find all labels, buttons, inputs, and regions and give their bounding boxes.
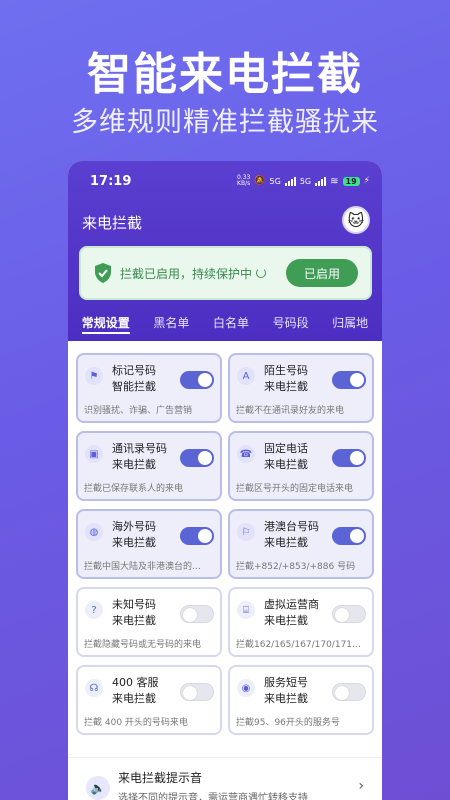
landline-icon: ☎ (237, 445, 255, 463)
flag-icon: ⚑ (85, 367, 103, 385)
net-speed-unit: KB/s (237, 180, 251, 187)
rule-desc: 拦截已保存联系人的来电 (84, 484, 184, 494)
rule-title: 海外号码 来电拦截 (112, 520, 156, 549)
hero-title: 智能来电拦截 (87, 49, 363, 100)
contacts-icon: ▣ (85, 445, 103, 463)
rule-toggle[interactable] (180, 371, 214, 389)
protection-status-text: 拦截已启用，持续保护中 (120, 265, 286, 282)
shield-check-icon (95, 263, 111, 283)
rule-title: 标记号码 智能拦截 (112, 364, 156, 393)
rule-card-overseas[interactable]: ◍ 海外号码 来电拦截 拦截中国大陆及非港澳台的… (76, 509, 222, 579)
hero-subtitle: 多维规则精准拦截骚扰来 (71, 107, 379, 138)
rule-desc: 拦截162/165/167/170/171号段 (236, 640, 368, 650)
phone-screen: 17:19 0.33 KB/s 🔕 5G 5G ≋ 19 ⚡ 来电拦截 🐱 拦截… (68, 161, 382, 800)
tab-number-range[interactable]: 号码段 (273, 312, 309, 341)
virtual-carrier-icon: ⌸ (237, 601, 255, 619)
rule-title: 服务短号 来电拦截 (264, 676, 308, 705)
enabled-button[interactable]: 已启用 (286, 259, 358, 287)
rule-card-contacts[interactable]: ▣ 通讯录号码 来电拦截 拦截已保存联系人的来电 (76, 431, 222, 501)
sound-setting-desc: 选择不同的提示音，需运营商遇忙转移支持 (118, 793, 308, 800)
rule-toggle[interactable] (332, 605, 366, 623)
protection-status-card: 拦截已启用，持续保护中 已启用 (79, 246, 372, 300)
signal-bars-2-icon (315, 176, 327, 186)
status-bar: 17:19 0.33 KB/s 🔕 5G 5G ≋ 19 ⚡ (68, 173, 382, 191)
rule-desc: 拦截95、96开头的服务号 (236, 718, 340, 728)
mute-icon: 🔕 (254, 176, 266, 186)
rule-card-service-short[interactable]: ◉ 服务短号 来电拦截 拦截95、96开头的服务号 (228, 665, 374, 735)
tab-location[interactable]: 归属地 (332, 312, 368, 341)
region-flag-icon: ⚐ (237, 523, 255, 541)
signal-bars-icon (284, 176, 296, 186)
question-icon: ? (85, 601, 103, 619)
rule-toggle[interactable] (180, 683, 214, 701)
speaker-icon: 🔈 (86, 776, 110, 800)
rule-card-landline[interactable]: ☎ 固定电话 来电拦截 拦截区号开头的固定电话来电 (228, 431, 374, 501)
net-speed: 0.33 KB/s (237, 175, 250, 187)
rule-title: 港澳台号码 来电拦截 (264, 520, 319, 549)
rule-desc: 拦截中国大陆及非港澳台的… (84, 562, 202, 572)
rule-desc: 拦截+852/+853/+886 号码 (236, 562, 356, 572)
app-header: 17:19 0.33 KB/s 🔕 5G 5G ≋ 19 ⚡ 来电拦截 🐱 拦截… (68, 161, 382, 341)
rule-title: 通讯录号码 来电拦截 (112, 442, 167, 471)
rules-panel: ⚑ 标记号码 智能拦截 识别骚扰、诈骗、广告营销 A 陌生号码 来电拦截 拦截不… (68, 341, 382, 800)
cat-avatar-icon[interactable]: 🐱 (342, 206, 370, 234)
tab-bar: 常规设置 黑名单 白名单 号码段 归属地 (68, 312, 382, 341)
status-icons: 0.33 KB/s 🔕 5G 5G ≋ 19 ⚡ (237, 175, 370, 187)
rule-toggle[interactable] (332, 527, 366, 545)
tab-blacklist[interactable]: 黑名单 (153, 312, 189, 341)
signal-label-2: 5G (299, 176, 312, 186)
globe-icon: ◍ (85, 523, 103, 541)
rule-toggle[interactable] (332, 683, 366, 701)
signal-label-1: 5G (269, 176, 281, 186)
stranger-icon: A (237, 367, 255, 385)
sound-setting-row[interactable]: 🔈 来电拦截提示音 选择不同的提示音，需运营商遇忙转移支持 › (68, 757, 382, 800)
rule-card-stranger[interactable]: A 陌生号码 来电拦截 拦截不在通讯录好友的来电 (228, 353, 374, 423)
protection-status-label: 拦截已启用，持续保护中 (120, 266, 253, 281)
app-title: 来电拦截 (82, 214, 143, 232)
rule-title: 400 客服 来电拦截 (112, 676, 159, 705)
rule-toggle[interactable] (180, 449, 214, 467)
tab-general[interactable]: 常规设置 (81, 312, 130, 341)
sound-setting-title: 来电拦截提示音 (118, 771, 203, 785)
rule-desc: 拦截 400 开头的号码来电 (84, 718, 188, 728)
rule-card-virtual-carrier[interactable]: ⌸ 虚拟运营商 来电拦截 拦截162/165/167/170/171号段 (228, 587, 374, 657)
rule-title: 固定电话 来电拦截 (264, 442, 308, 471)
rule-card-400[interactable]: ☊ 400 客服 来电拦截 拦截 400 开头的号码来电 (76, 665, 222, 735)
rule-desc: 拦截隐藏号码或无号码的来电 (84, 640, 202, 650)
rule-card-marked[interactable]: ⚑ 标记号码 智能拦截 识别骚扰、诈骗、广告营销 (76, 353, 222, 423)
rules-grid: ⚑ 标记号码 智能拦截 识别骚扰、诈骗、广告营销 A 陌生号码 来电拦截 拦截不… (76, 353, 374, 735)
status-time: 17:19 (90, 174, 132, 189)
rule-toggle[interactable] (180, 527, 214, 545)
rule-card-unknown[interactable]: ? 未知号码 来电拦截 拦截隐藏号码或无号码的来电 (76, 587, 222, 657)
service-icon: ◉ (237, 679, 255, 697)
rule-toggle[interactable] (332, 449, 366, 467)
loading-spinner-icon (256, 268, 267, 278)
rule-desc: 拦截不在通讯录好友的来电 (236, 406, 345, 416)
rule-card-hk-mo-tw[interactable]: ⚐ 港澳台号码 来电拦截 拦截+852/+853/+886 号码 (228, 509, 374, 579)
rule-desc: 识别骚扰、诈骗、广告营销 (84, 406, 193, 416)
wifi-icon: ≋ (330, 175, 339, 187)
rule-title: 虚拟运营商 来电拦截 (264, 598, 319, 627)
rule-toggle[interactable] (180, 605, 214, 623)
battery-level: 19 (342, 176, 360, 186)
headset-icon: ☊ (85, 679, 103, 697)
tab-whitelist[interactable]: 白名单 (213, 312, 249, 341)
rule-title: 陌生号码 来电拦截 (264, 364, 308, 393)
chevron-right-icon: › (358, 778, 364, 794)
rule-toggle[interactable] (332, 371, 366, 389)
rule-title: 未知号码 来电拦截 (112, 598, 156, 627)
charging-icon: ⚡ (363, 176, 370, 186)
rule-desc: 拦截区号开头的固定电话来电 (236, 484, 354, 494)
